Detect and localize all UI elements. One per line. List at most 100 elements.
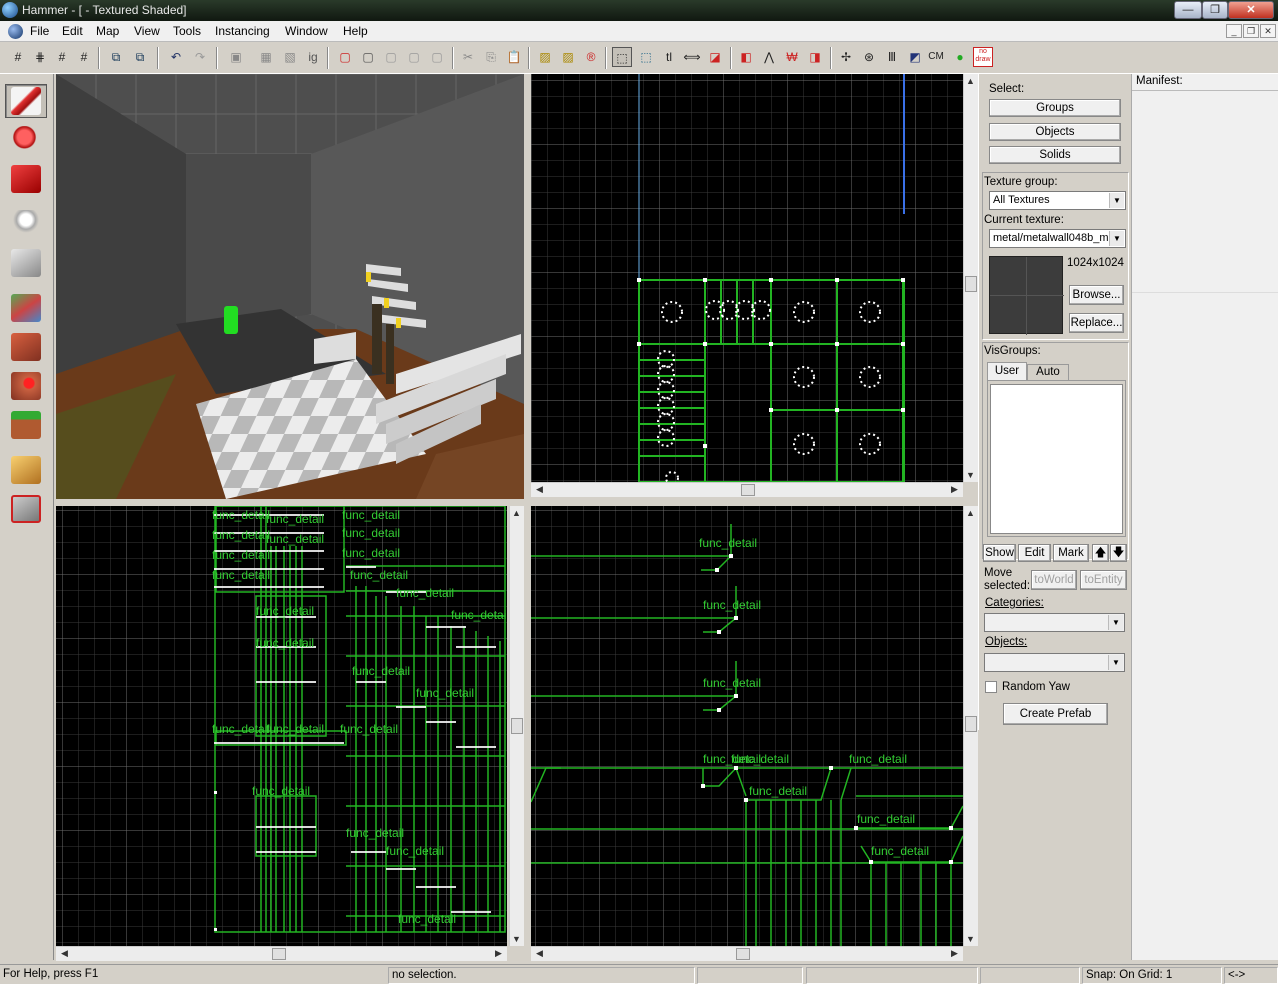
scroll-left-icon[interactable]: ◀ xyxy=(533,948,546,959)
scroll-down-icon[interactable]: ▼ xyxy=(510,934,523,944)
texture-scale-lock-icon[interactable]: ▨ xyxy=(558,47,578,67)
front-horizontal-scrollbar[interactable]: ◀ ▶ xyxy=(56,946,507,961)
selection-tool-icon[interactable] xyxy=(5,84,47,118)
texture-group-select[interactable]: All Textures ▼ xyxy=(989,191,1126,210)
scroll-right-icon[interactable]: ▶ xyxy=(948,484,961,495)
scroll-right-icon[interactable]: ▶ xyxy=(492,948,505,959)
menu-tools[interactable]: Tools xyxy=(173,24,201,38)
mdi-restore-button[interactable]: ❐ xyxy=(1243,24,1259,38)
menu-map[interactable]: Map xyxy=(96,24,119,38)
close-button[interactable]: ✕ xyxy=(1228,1,1274,19)
replace-button[interactable]: Replace... xyxy=(1069,313,1124,333)
scroll-left-icon[interactable]: ◀ xyxy=(533,484,546,495)
blocks-icon[interactable]: ◩ xyxy=(905,47,925,67)
redo-icon[interactable]: ↷ xyxy=(190,47,210,67)
magnify-tool-icon[interactable] xyxy=(5,123,47,157)
categories-select[interactable]: ▼ xyxy=(984,613,1125,632)
leaf-icon[interactable]: ● xyxy=(950,47,970,67)
top-viewport[interactable] xyxy=(531,74,963,482)
cordon-icon[interactable]: ▢ xyxy=(404,47,424,67)
maximize-button[interactable]: ❐ xyxy=(1202,1,1228,19)
to-entity-button[interactable]: toEntity xyxy=(1080,570,1127,590)
select-tool-icon[interactable]: ⬚ xyxy=(636,47,656,67)
vertex-icon[interactable]: ⋀ xyxy=(759,47,779,67)
to-world-button[interactable]: toWorld xyxy=(1031,570,1077,590)
unhide-icon[interactable]: ▢ xyxy=(381,47,401,67)
grid-smaller-icon[interactable]: ⋕ xyxy=(30,47,50,67)
undo-icon[interactable]: ↶ xyxy=(166,47,186,67)
show-button[interactable]: Show xyxy=(983,544,1016,562)
select-groups-button[interactable]: Groups xyxy=(989,99,1121,117)
ignore-grouping-icon[interactable]: ig xyxy=(303,47,323,67)
camera-tool-icon[interactable] xyxy=(5,162,47,196)
models-icon[interactable]: ✢ xyxy=(836,47,856,67)
ungroup-icon[interactable]: ▧ xyxy=(280,47,300,67)
tab-user[interactable]: User xyxy=(987,362,1027,380)
toolbar-text-cm[interactable]: CM xyxy=(926,47,946,67)
copy-icon[interactable]: ⎘ xyxy=(481,47,501,67)
cut-icon[interactable]: ✂ xyxy=(458,47,478,67)
clipping-tool-icon[interactable] xyxy=(5,453,47,487)
vertex-tool-icon[interactable] xyxy=(5,492,47,526)
edit-button[interactable]: Edit xyxy=(1018,544,1051,562)
menu-window[interactable]: Window xyxy=(285,24,328,38)
document-icon[interactable] xyxy=(8,24,23,39)
side-vertical-scrollbar[interactable]: ▲ ▼ xyxy=(963,506,978,946)
scroll-down-icon[interactable]: ▼ xyxy=(964,470,977,480)
select-solids-button[interactable]: Solids xyxy=(989,146,1121,164)
record-icon[interactable]: ® xyxy=(581,47,601,67)
block-tool-icon[interactable] xyxy=(5,246,47,280)
cordon-toggle-icon[interactable]: ▢ xyxy=(427,47,447,67)
menu-instancing[interactable]: Instancing xyxy=(215,24,270,38)
texture-lock-icon[interactable]: ▨ xyxy=(535,47,555,67)
mdi-minimize-button[interactable]: _ xyxy=(1226,24,1242,38)
apply-texture-icon[interactable] xyxy=(5,330,47,364)
overlay-tool-icon[interactable] xyxy=(5,408,47,442)
random-yaw-checkbox[interactable] xyxy=(985,681,997,693)
grid-larger-icon[interactable]: # xyxy=(74,47,94,67)
scroll-up-icon[interactable]: ▲ xyxy=(964,76,977,86)
tab-auto[interactable]: Auto xyxy=(1027,364,1069,380)
scroll-down-icon[interactable]: ▼ xyxy=(964,934,977,944)
clip-icon[interactable]: ◪ xyxy=(705,47,725,67)
top-vertical-scrollbar[interactable]: ▲ ▼ xyxy=(963,74,978,482)
hide-selected-icon[interactable]: ▢ xyxy=(335,47,355,67)
carve-icon[interactable]: ▣ xyxy=(226,47,246,67)
group-icon[interactable]: ▦ xyxy=(256,47,276,67)
menu-edit[interactable]: Edit xyxy=(62,24,83,38)
front-vertical-scrollbar[interactable]: ▲ ▼ xyxy=(509,506,524,946)
menu-view[interactable]: View xyxy=(134,24,160,38)
displacement-icon[interactable]: ◧ xyxy=(736,47,756,67)
sprite-icon[interactable]: ◨ xyxy=(805,47,825,67)
grid-toggle-icon[interactable]: # xyxy=(52,47,72,67)
side-viewport[interactable]: func_detail func_detail func_detail func… xyxy=(531,506,963,946)
mdi-close-button[interactable]: ✕ xyxy=(1260,24,1276,38)
objects-select[interactable]: ▼ xyxy=(984,653,1125,672)
paste-icon[interactable]: 📋 xyxy=(504,47,524,67)
scroll-up-icon[interactable]: ▲ xyxy=(964,508,977,518)
create-prefab-button[interactable]: Create Prefab xyxy=(1003,703,1108,725)
move-down-icon[interactable]: 🡇 xyxy=(1110,544,1127,562)
menu-help[interactable]: Help xyxy=(343,24,368,38)
move-up-icon[interactable]: 🡅 xyxy=(1092,544,1109,562)
scroll-right-icon[interactable]: ▶ xyxy=(948,948,961,959)
scroll-left-icon[interactable]: ◀ xyxy=(58,948,71,959)
save-window-state-icon[interactable]: ⧉ xyxy=(130,47,150,67)
texture-application-icon[interactable] xyxy=(5,291,47,325)
side-horizontal-scrollbar[interactable]: ◀ ▶ xyxy=(531,946,963,961)
top-horizontal-scrollbar[interactable]: ◀ ▶ xyxy=(531,482,963,497)
toolbar-text-no-draw[interactable]: no draw xyxy=(973,47,993,67)
browse-button[interactable]: Browse... xyxy=(1069,285,1124,305)
minimize-button[interactable]: — xyxy=(1174,1,1202,19)
visgroup-list[interactable] xyxy=(990,384,1123,534)
wireframe-icon[interactable]: Ⅲ xyxy=(882,47,902,67)
front-viewport[interactable]: func_detail func_detail func_detail func… xyxy=(56,506,507,946)
hide-unselected-icon[interactable]: ▢ xyxy=(358,47,378,67)
flip-icon[interactable]: ⟺ xyxy=(682,47,702,67)
decal-tool-icon[interactable] xyxy=(5,369,47,403)
scroll-up-icon[interactable]: ▲ xyxy=(510,508,523,518)
texture-preview[interactable] xyxy=(989,256,1064,335)
toolbar-text-tl[interactable]: tl xyxy=(659,47,679,67)
entity-tool-icon[interactable] xyxy=(5,207,47,241)
camera-viewport[interactable] xyxy=(56,74,524,499)
